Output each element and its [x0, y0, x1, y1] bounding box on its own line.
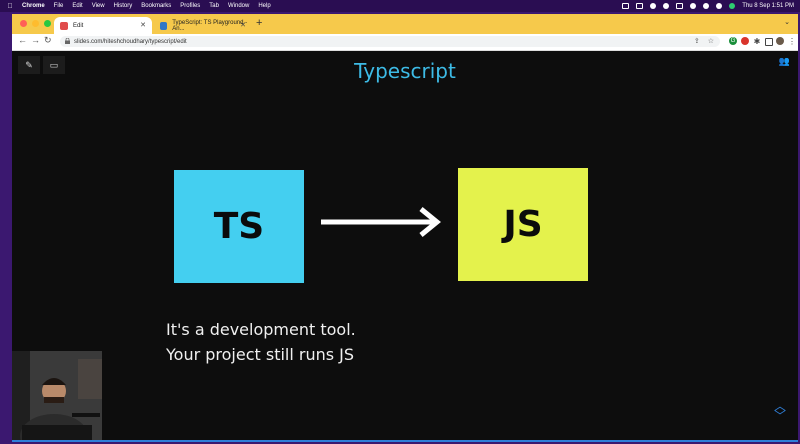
minimize-window-button[interactable] — [32, 20, 39, 27]
extension-icon[interactable] — [741, 37, 749, 45]
browser-window: Edit ✕ TypeScript: TS Playground - An...… — [12, 14, 798, 442]
traffic-lights — [20, 20, 51, 27]
slide-editor: ✎ ▭ 👥 Typescript TS JS It's a developmen… — [12, 51, 798, 442]
js-box: JS — [458, 168, 588, 281]
search-icon[interactable] — [716, 3, 723, 9]
menu-file[interactable]: File — [54, 3, 64, 9]
right-arrow-icon — [321, 207, 441, 237]
tab-bar: Edit ✕ TypeScript: TS Playground - An...… — [12, 14, 798, 34]
dropbox-icon[interactable] — [650, 3, 657, 9]
slide-text-line-2: Your project still runs JS — [166, 345, 355, 364]
side-panel-icon[interactable] — [765, 38, 773, 46]
menu-window[interactable]: Window — [228, 3, 249, 9]
typescript-favicon-icon — [160, 21, 168, 30]
menu-tab[interactable]: Tab — [209, 3, 219, 9]
slide-progress-bar — [12, 440, 798, 442]
profile-avatar[interactable] — [776, 37, 784, 45]
slide-title: Typescript — [354, 59, 456, 83]
slide-navigation: ︿ ﹀ — [774, 400, 786, 422]
bluetooth-icon[interactable] — [690, 3, 697, 9]
menu-edit[interactable]: Edit — [72, 3, 82, 9]
cloud-icon[interactable] — [663, 3, 670, 9]
tab-ts-playground[interactable]: TypeScript: TS Playground - An... ✕ — [154, 17, 252, 34]
js-box-label: JS — [503, 204, 543, 245]
lock-icon — [65, 38, 70, 44]
back-button[interactable]: ← — [18, 35, 27, 45]
menu-profiles[interactable]: Profiles — [180, 3, 200, 9]
ts-box-label: TS — [213, 206, 265, 247]
clock[interactable]: Thu 8 Sep 1:51 PM — [742, 3, 794, 9]
user-status-icon[interactable] — [729, 3, 736, 9]
apple-icon[interactable]:  — [6, 2, 14, 10]
maximize-window-button[interactable] — [44, 20, 51, 27]
grammarly-extension-icon[interactable]: G — [729, 37, 737, 45]
webcam-overlay — [12, 351, 102, 442]
screen-record-icon[interactable] — [622, 3, 630, 9]
wifi-icon[interactable] — [703, 3, 710, 9]
address-bar: ← → ↻ slides.com/hiteshchoudhary/typescr… — [12, 34, 798, 51]
window-icon[interactable] — [676, 3, 684, 9]
reload-button[interactable]: ↻ — [44, 35, 52, 46]
tab-search-chevron-icon[interactable]: ⌄ — [784, 18, 790, 26]
mac-menubar:  Chrome File Edit View History Bookmark… — [0, 0, 800, 12]
url-field[interactable]: slides.com/hiteshchoudhary/typescript/ed… — [60, 36, 720, 47]
slide-down-arrow-icon[interactable]: ﹀ — [774, 410, 786, 422]
share-icon[interactable]: ⇪ — [694, 37, 700, 45]
puzzle-extensions-icon[interactable]: ✱ — [753, 37, 761, 46]
slides-favicon-icon — [60, 21, 68, 30]
status-icons: Thu 8 Sep 1:51 PM — [622, 0, 794, 12]
display-icon[interactable] — [636, 3, 644, 9]
tab-edit[interactable]: Edit ✕ — [54, 17, 152, 34]
bookmark-star-icon[interactable]: ☆ — [708, 37, 714, 45]
presenter-image — [12, 351, 102, 442]
forward-button[interactable]: → — [31, 35, 40, 45]
tab-close-icon[interactable]: ✕ — [240, 21, 246, 29]
menu-bookmarks[interactable]: Bookmarks — [141, 3, 171, 9]
menu-app-name[interactable]: Chrome — [22, 3, 45, 9]
more-menu-icon[interactable]: ⋮ — [788, 37, 796, 46]
url-text: slides.com/hiteshchoudhary/typescript/ed… — [74, 38, 187, 45]
tab-title: Edit — [73, 22, 84, 29]
ts-box: TS — [174, 170, 304, 283]
menu-history[interactable]: History — [114, 3, 133, 9]
tab-close-icon[interactable]: ✕ — [140, 21, 146, 29]
menu-help[interactable]: Help — [258, 3, 270, 9]
close-window-button[interactable] — [20, 20, 27, 27]
slide-text-line-1: It's a development tool. — [166, 320, 356, 339]
new-tab-button[interactable]: + — [256, 17, 262, 29]
menu-view[interactable]: View — [92, 3, 105, 9]
